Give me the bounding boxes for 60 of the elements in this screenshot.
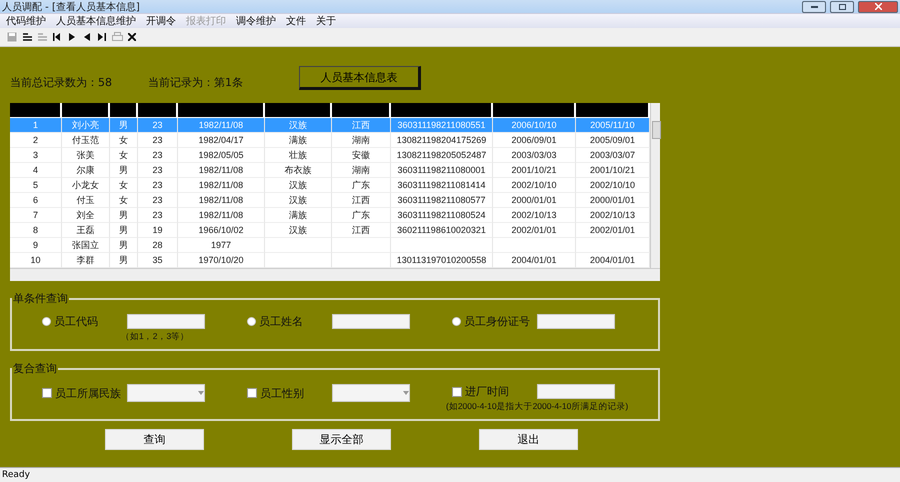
- checkbox-option[interactable]: 员工性别: [247, 386, 332, 400]
- column-header[interactable]: [332, 103, 391, 117]
- dropdown-arrow-icon: [198, 391, 204, 395]
- menu-item[interactable]: 代码维护: [6, 14, 46, 28]
- column-header[interactable]: [265, 103, 332, 117]
- menu-item[interactable]: 关于: [316, 14, 336, 28]
- radio-option[interactable]: 员工代码: [42, 314, 127, 329]
- menu-item[interactable]: 文件: [286, 14, 306, 28]
- table-row[interactable]: 2 付玉范 女 23 1982/04/17 满族 湖南 130821198204175269 2006/09/01 2005/09/01: [10, 133, 650, 148]
- maximize-button[interactable]: [830, 0, 854, 12]
- table-row[interactable]: 8 王磊 男 19 1966/10/02 汉族 江西 360211198610020321 2002/01/01 2002/01/01: [10, 223, 650, 238]
- table-row[interactable]: 10 李群 男 35 1970/10/20 130113197010200558 2004/01/01 2004/01/01: [10, 253, 650, 268]
- column-header[interactable]: [178, 103, 265, 117]
- input-field[interactable]: [127, 314, 205, 329]
- action-button[interactable]: 显示全部: [292, 429, 391, 450]
- group-title: 单条件查询: [12, 291, 69, 306]
- vertical-scrollbar[interactable]: [650, 103, 660, 268]
- table-row[interactable]: 4 尔康 男 23 1982/11/08 布衣族 湖南 360311198211080001 2001/10/21 2001/10/21: [10, 163, 650, 178]
- first-record-icon[interactable]: [51, 31, 63, 43]
- table-row[interactable]: 9 张国立 男 28 1977: [10, 238, 650, 253]
- menu-item[interactable]: 调令维护: [236, 14, 276, 28]
- menu-item[interactable]: 人员基本信息维护: [56, 14, 136, 28]
- minimize-icon: [810, 6, 818, 8]
- horizontal-scrollbar[interactable]: [10, 268, 660, 281]
- table-row[interactable]: 3 张美 女 23 1982/05/05 壮族 安徽 130821198205052487 2003/03/03 2003/03/07: [10, 148, 650, 163]
- last-record-icon[interactable]: [96, 31, 108, 43]
- radio-option[interactable]: 员工身份证号: [452, 314, 537, 329]
- maximize-icon: [838, 4, 846, 10]
- checkbox-option[interactable]: 进厂时间: [452, 384, 537, 399]
- current-record-label: 当前记录为：第1条: [148, 75, 243, 90]
- dropdown-arrow-icon: [403, 391, 409, 395]
- close-icon: [874, 3, 882, 10]
- column-header[interactable]: [576, 103, 650, 117]
- hint-text: （如1，2，3等）: [120, 331, 190, 342]
- column-header[interactable]: [110, 103, 138, 117]
- close-icon[interactable]: [126, 31, 138, 43]
- checkbox-option[interactable]: 员工所属民族: [42, 386, 127, 400]
- column-header[interactable]: [62, 103, 110, 117]
- menu-item[interactable]: 开调令: [146, 14, 176, 28]
- column-header[interactable]: [138, 103, 178, 117]
- action-button[interactable]: 查询: [105, 429, 204, 450]
- input-field[interactable]: [537, 384, 615, 399]
- minimize-button[interactable]: [802, 0, 826, 12]
- column-header[interactable]: [493, 103, 576, 117]
- input-field[interactable]: [537, 314, 615, 329]
- table-row[interactable]: 5 小龙女 女 23 1982/11/08 汉族 广东 360311198211081414 2002/10/10 2002/10/10: [10, 178, 650, 193]
- group-title: 复合查询: [12, 361, 58, 376]
- input-field[interactable]: [332, 314, 410, 329]
- total-records-label: 当前总记录数为：58: [10, 75, 112, 90]
- table-row[interactable]: 7 刘全 男 23 1982/11/08 满族 广东 360311198211080524 2002/10/13 2002/10/13: [10, 208, 650, 223]
- list-icon[interactable]: [21, 31, 33, 43]
- window-title: 人员调配 - [查看人员基本信息]: [2, 0, 141, 14]
- hint-text: (如2000-4-10是指大于2000-4-10所满足的记录): [446, 401, 628, 412]
- close-button[interactable]: [858, 0, 898, 12]
- table-row[interactable]: 6 付玉 女 23 1982/11/08 汉族 江西 360311198211080577 2000/01/01 2000/01/01: [10, 193, 650, 208]
- info-table-button[interactable]: 人员基本信息表: [299, 66, 421, 90]
- column-header[interactable]: [10, 103, 62, 117]
- action-button[interactable]: 退出: [479, 429, 578, 450]
- radio-option[interactable]: 员工姓名: [247, 314, 332, 329]
- status-bar: Ready: [0, 467, 900, 482]
